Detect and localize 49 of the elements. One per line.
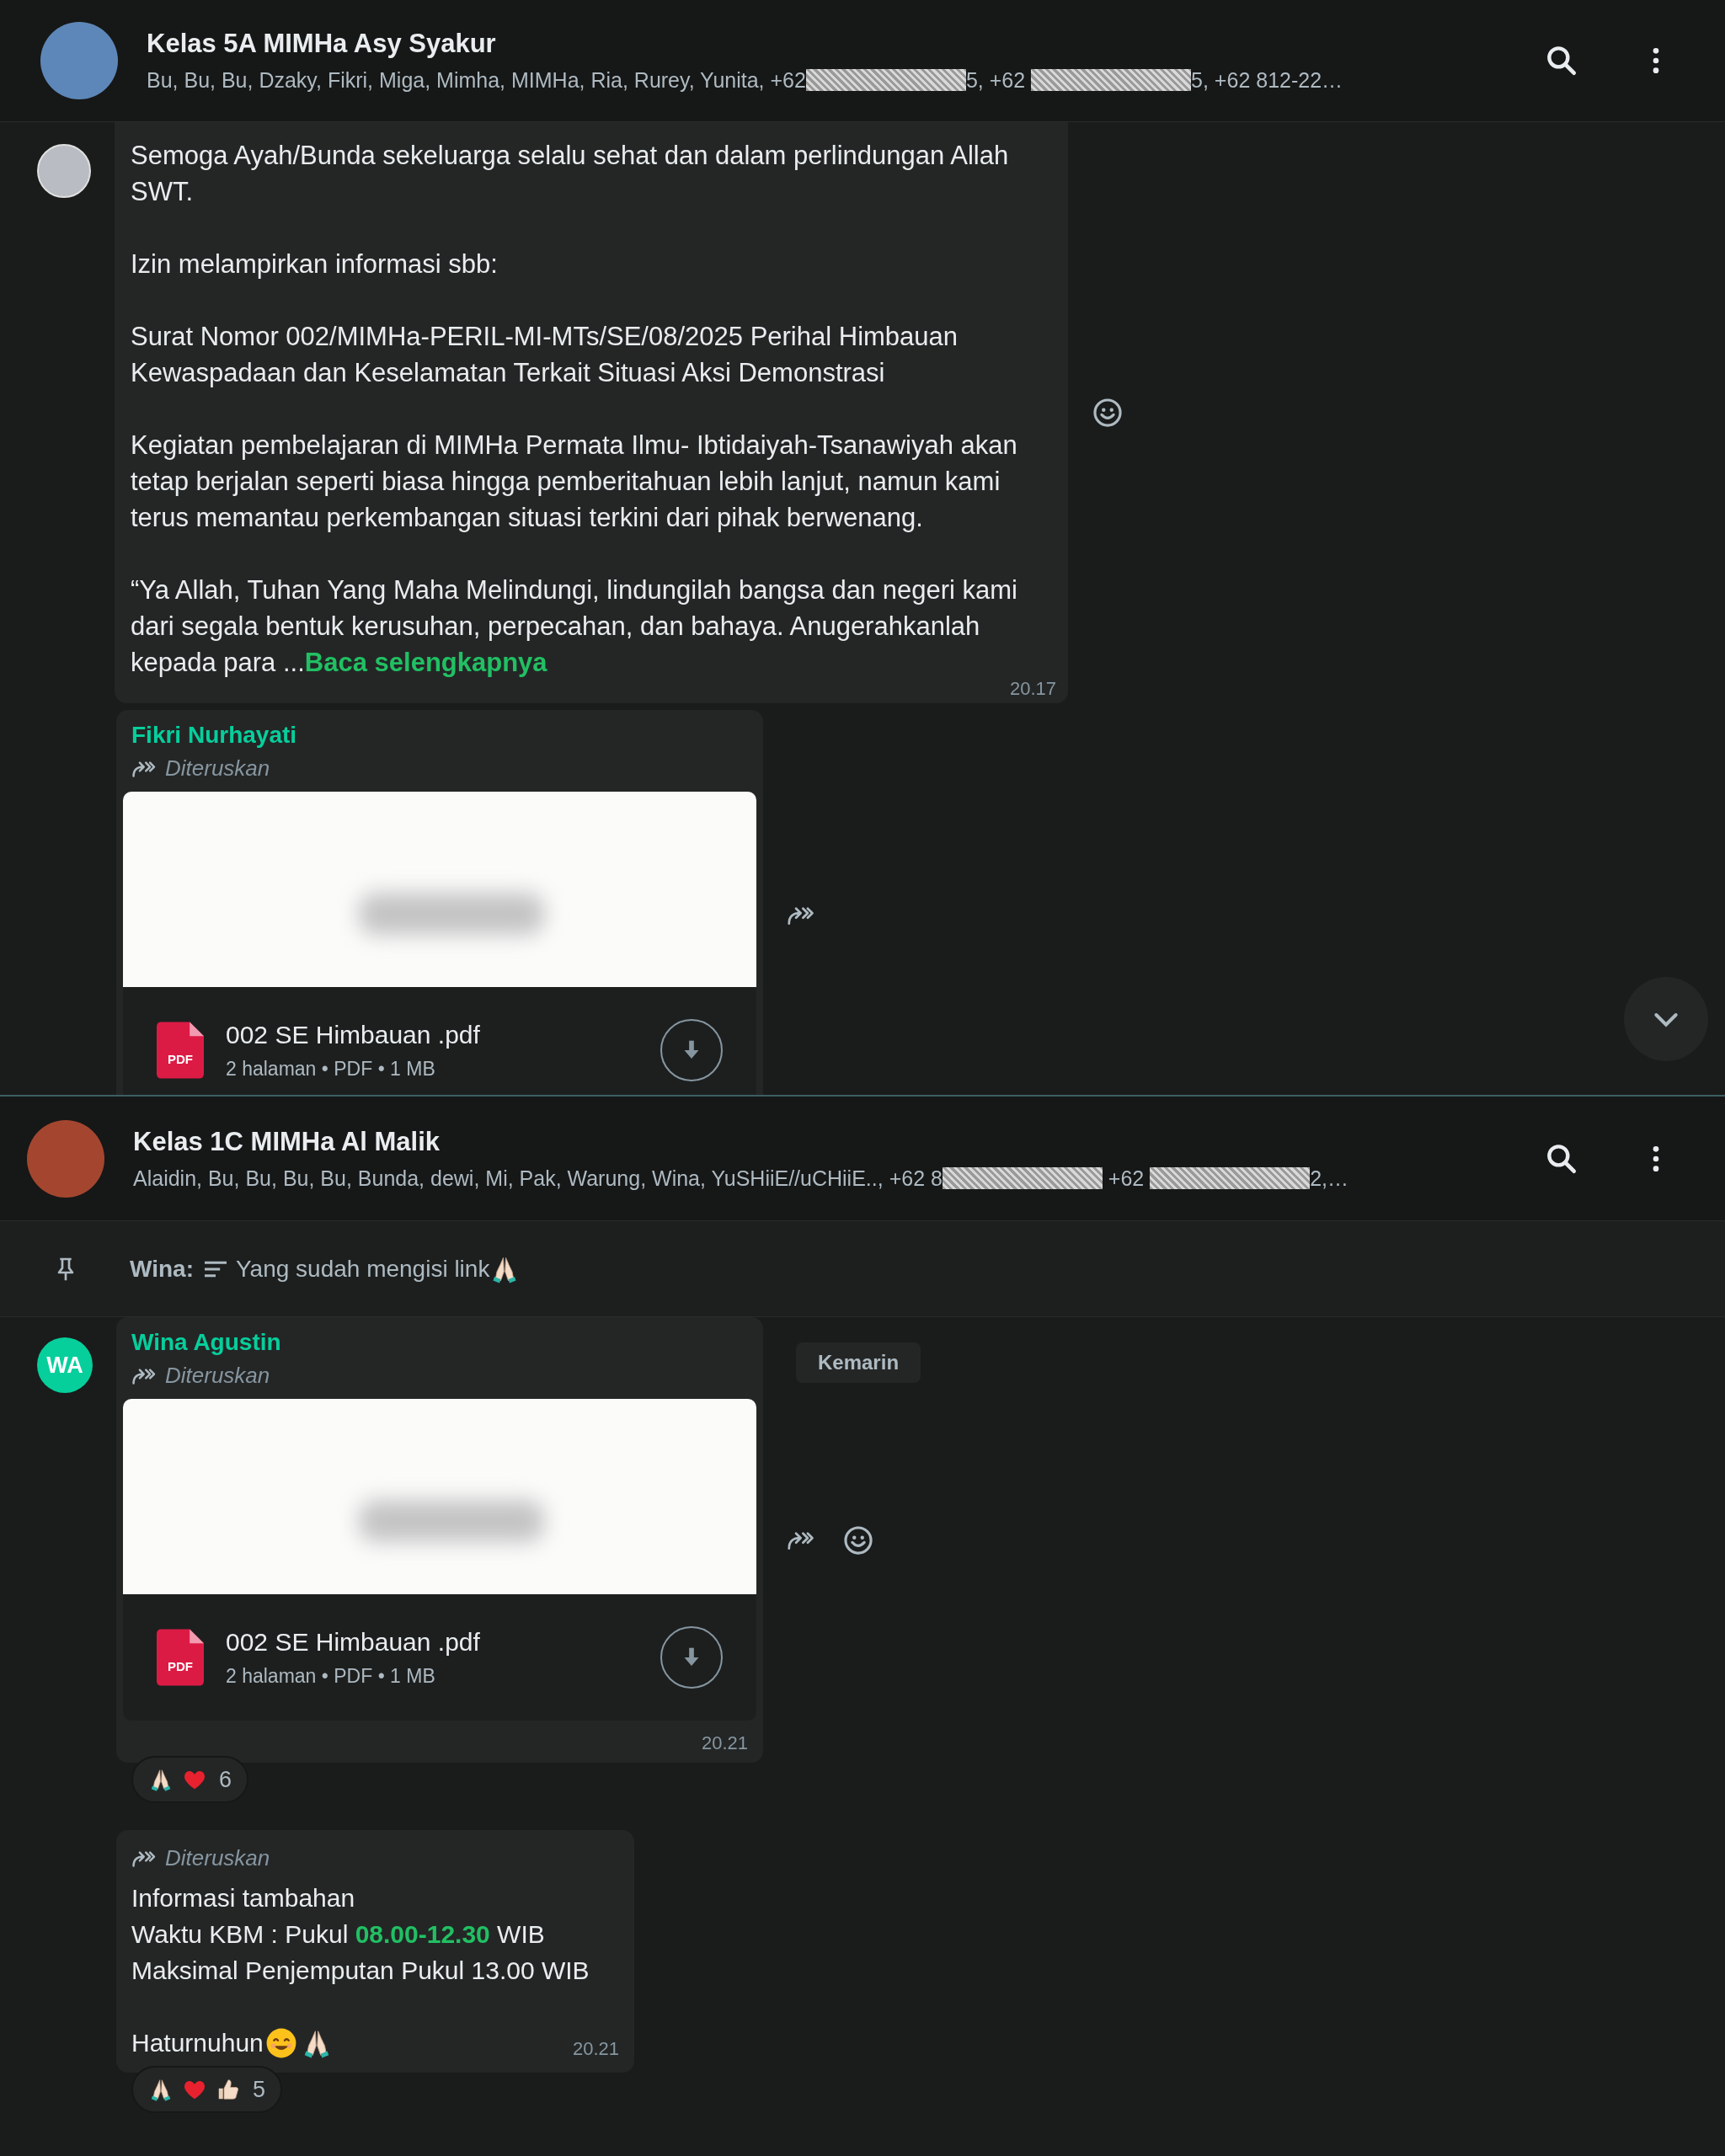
- pinned-sender: Wina:: [130, 1254, 194, 1283]
- smiling-face-icon: [264, 2026, 297, 2059]
- message-text: Waktu KBM : Pukul 08.00-12.30 WIB: [131, 1919, 545, 1950]
- message-time: 20.21: [572, 2037, 619, 2061]
- download-button[interactable]: [660, 1019, 723, 1081]
- pdf-icon: [157, 1629, 204, 1686]
- member-list-text: 2,…: [1310, 1165, 1349, 1192]
- file-details: 2 halaman • PDF • 1 MB: [226, 1057, 436, 1081]
- reactions-pill[interactable]: 6: [131, 1756, 249, 1803]
- chat-title: Kelas 5A MIMHa Asy Syakur: [147, 28, 497, 60]
- message-text: Haturnuhun: [131, 2028, 264, 2058]
- user-avatar: [37, 144, 91, 198]
- pdf-icon: [157, 1022, 204, 1079]
- file-details: 2 halaman • PDF • 1 MB: [226, 1664, 436, 1689]
- file-type-label: PDF: [167, 1052, 194, 1067]
- reaction-count: 5: [253, 2075, 266, 2104]
- read-more-link[interactable]: Baca selengkapnya: [304, 648, 547, 677]
- pinned-message-bar[interactable]: Wina: Yang sudah mengisi link: [0, 1221, 1725, 1317]
- download-button[interactable]: [660, 1626, 723, 1689]
- emoji-icon[interactable]: [842, 1524, 874, 1556]
- message-text: Informasi tambahan: [131, 1883, 355, 1913]
- emoji-icon[interactable]: [1092, 397, 1124, 429]
- chat-title: Kelas 1C MIMHa Al Malik: [133, 1125, 441, 1158]
- sender-name: Fikri Nurhayati: [131, 721, 298, 750]
- member-list-text: Alaidin, Bu, Bu, Bu, Bu, Bunda, dewi, Mi, Pak, Warung, Wina, YuSHiiE//uCHiiE.., +62 8: [133, 1165, 943, 1192]
- sender-name: Wina Agustin: [131, 1328, 282, 1357]
- pinned-text: Yang sudah mengisi link: [235, 1254, 490, 1283]
- reactions-pill[interactable]: 5: [131, 2066, 283, 2113]
- forwarded-label: Diteruskan: [165, 1844, 270, 1872]
- message-text: Surat Nomor 002/MIMHa-PERIL-MI-MTs/SE/08/2025 Perihal Himbauan Kewaspadaan dan Keselamatan Terkait Situasi Aksi Demonstrasi: [131, 321, 959, 389]
- message-text: Maksimal Penjemputan Pukul 13.00 WIB: [131, 1956, 590, 1986]
- file-type-label: PDF: [167, 1659, 194, 1674]
- message-text: Semoga Ayah/Bunda sekeluarga selalu sehat dan dalam perlindungan Allah SWT.: [131, 140, 1010, 208]
- message-time: 20.21: [701, 1732, 748, 1755]
- file-name: 002 SE Himbauan .pdf: [226, 1627, 481, 1657]
- message-text: Kegiatan pembelajaran di MIMHa Permata Ilmu- Ibtidaiyah-Tsanawiyah akan tetap berjalan seperti biasa hingga pemberitahuan lebih lanjut, namun kami terus memantau perkembangan situasi terkini dari pihak berwenang.: [131, 430, 1018, 534]
- member-list-text: Bu, Bu, Bu, Dzaky, Fikri, Miga, Mimha, MIMHa, Ria, Rurey, Yunita, +62: [147, 67, 806, 93]
- forwarded-label: Diteruskan: [165, 755, 270, 782]
- member-list-text: 5, +62: [965, 67, 1027, 93]
- reaction-count: 6: [219, 1765, 232, 1794]
- member-list-text: +62: [1107, 1165, 1146, 1192]
- member-list-text: 5, +62 812-22…: [1191, 67, 1343, 93]
- message-text: Izin melampirkan informasi sbb:: [131, 248, 499, 280]
- message-text: “Ya Allah, Tuhan Yang Maha Melindungi, lindungilah bangsa dan negeri kami dari segala bentuk kerusuhan, perpecahan, dan bahaya. Anugerahkanlah kepada para ...Baca selengkapnya: [131, 574, 1018, 679]
- forwarded-label: Diteruskan: [165, 1362, 270, 1390]
- message-time: 20.17: [1009, 678, 1056, 700]
- file-name: 002 SE Himbauan .pdf: [226, 1020, 481, 1050]
- user-avatar: WA: [37, 1337, 93, 1393]
- date-chip: Kemarin: [796, 1342, 921, 1383]
